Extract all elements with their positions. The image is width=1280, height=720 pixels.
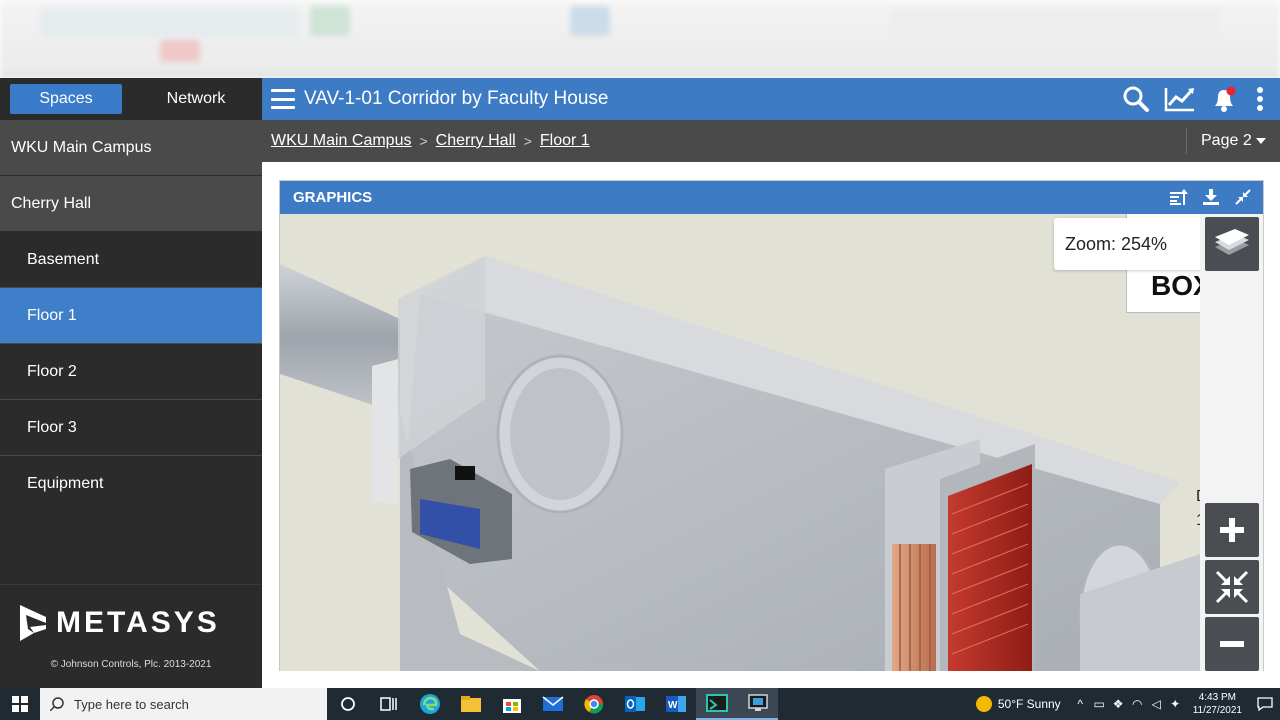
clock[interactable]: 4:43 PM 11/27/2021 xyxy=(1193,691,1242,717)
zoom-out-icon xyxy=(1220,641,1244,647)
device-icon[interactable]: ▭ xyxy=(1090,697,1109,711)
brand-name: METASYS xyxy=(56,606,220,639)
metasys-app-icon[interactable] xyxy=(696,688,737,720)
fit-to-screen-icon xyxy=(1215,570,1249,604)
sort-icon[interactable] xyxy=(1169,187,1189,207)
weather-widget[interactable]: 50°F Sunny xyxy=(975,696,1061,712)
sidebar-item-equipment[interactable]: Equipment xyxy=(0,456,262,512)
system-tray: 50°F Sunny ^ ▭ ❖ ◠ ◁ ✦ 4:43 PM 11/27/202… xyxy=(975,688,1280,720)
windows-start-icon[interactable] xyxy=(0,688,40,720)
graphics-title: GRAPHICS xyxy=(293,189,373,206)
breadcrumb-wku-main-campus[interactable]: WKU Main Campus xyxy=(271,132,411,150)
collapse-icon[interactable] xyxy=(1233,187,1253,207)
zoom-indicator: Zoom: 254% xyxy=(1054,218,1200,270)
edge-icon[interactable] xyxy=(409,688,450,720)
clock-date: 11/27/2021 xyxy=(1192,705,1242,716)
clock-time: 4:43 PM xyxy=(1198,692,1236,703)
sidebar-item-floor-3[interactable]: Floor 3 xyxy=(0,400,262,456)
taskbar-search-placeholder: Type here to search xyxy=(74,696,189,712)
file-explorer-icon[interactable] xyxy=(450,688,491,720)
outlook-icon[interactable] xyxy=(614,688,655,720)
breadcrumb-cherry-hall[interactable]: Cherry Hall xyxy=(436,132,516,150)
task-view-icon[interactable] xyxy=(368,688,409,720)
sidebar-item-basement[interactable]: Basement xyxy=(0,232,262,288)
breadcrumb-separator: > xyxy=(523,133,532,149)
layers-button[interactable] xyxy=(1205,217,1259,271)
vav-box-3d-drawing xyxy=(280,256,1200,671)
box-label-line-2: BOX xyxy=(1151,270,1200,301)
notification-bell-icon[interactable] xyxy=(1208,84,1240,114)
dropbox-sync-icon[interactable]: ✦ xyxy=(1166,697,1185,711)
notification-center-icon[interactable] xyxy=(1250,688,1280,720)
cortana-icon[interactable] xyxy=(327,688,368,720)
breadcrumb: WKU Main Campus > Cherry Hall > Floor 1 xyxy=(271,132,590,150)
graphic-controls xyxy=(1200,214,1263,671)
fit-to-screen-button[interactable] xyxy=(1205,560,1259,614)
sun-icon xyxy=(975,696,992,712)
mail-icon[interactable] xyxy=(532,688,573,720)
sidebar-tabs: Spaces Network xyxy=(0,78,262,120)
layers-icon xyxy=(1215,229,1249,255)
copyright: © Johnson Controls, Plc. 2013-2021 xyxy=(50,659,212,670)
sidebar: Spaces Network WKU Main Campus Cherry Ha… xyxy=(0,78,262,688)
search-icon[interactable] xyxy=(1120,84,1152,114)
breadcrumb-separator: > xyxy=(419,133,428,149)
metasys-logo: METASYS xyxy=(16,603,220,643)
main-content: GRAPHICS BO Zoom: 254% xyxy=(262,162,1280,688)
chrome-icon[interactable] xyxy=(573,688,614,720)
word-icon[interactable]: W xyxy=(655,688,696,720)
remote-app-icon[interactable] xyxy=(737,688,778,720)
page-selector-label: Page 2 xyxy=(1201,132,1252,149)
sidebar-item-floor-2[interactable]: Floor 2 xyxy=(0,344,262,400)
sidebar-item-wku-main-campus[interactable]: WKU Main Campus xyxy=(0,120,262,176)
zoom-in-icon xyxy=(1220,518,1244,542)
zoom-out-button[interactable] xyxy=(1205,617,1259,671)
breadcrumb-floor-1[interactable]: Floor 1 xyxy=(540,132,590,150)
wifi-icon[interactable]: ◠ xyxy=(1128,697,1147,711)
tab-network[interactable]: Network xyxy=(140,84,252,114)
equipment-graphic-canvas[interactable]: DP BOX Zoom: 254% D 1 xyxy=(280,214,1200,671)
menu-icon[interactable] xyxy=(271,89,295,109)
page-title: VAV-1-01 Corridor by Faculty House xyxy=(304,88,609,109)
brand-footer: METASYS © Johnson Controls, Plc. 2013-20… xyxy=(0,584,262,688)
weather-text: 50°F Sunny xyxy=(997,697,1061,711)
search-icon xyxy=(50,697,64,711)
taskbar-search-input[interactable]: Type here to search xyxy=(40,688,327,720)
chevron-down-icon xyxy=(1255,138,1266,144)
sidebar-item-cherry-hall[interactable]: Cherry Hall xyxy=(0,176,262,232)
svg-text:W: W xyxy=(668,700,678,711)
download-icon[interactable] xyxy=(1201,187,1221,207)
breadcrumb-bar: WKU Main Campus > Cherry Hall > Floor 1 … xyxy=(262,120,1280,162)
metasys-mark-icon xyxy=(20,605,46,641)
graphics-panel-header: GRAPHICS xyxy=(280,181,1263,214)
dropbox-icon[interactable]: ❖ xyxy=(1109,697,1128,711)
app-header: VAV-1-01 Corridor by Faculty House xyxy=(262,78,1280,120)
chevron-up-icon[interactable]: ^ xyxy=(1071,697,1090,711)
page-selector[interactable]: Page 2 xyxy=(1186,128,1280,154)
graphics-panel: GRAPHICS BO Zoom: 254% xyxy=(279,180,1264,671)
trend-icon[interactable] xyxy=(1164,84,1196,114)
browser-chrome xyxy=(0,0,1280,78)
windows-taskbar: Type here to search W 50°F Sunny ^ ▭ ❖ ◠… xyxy=(0,688,1280,720)
zoom-in-button[interactable] xyxy=(1205,503,1259,557)
store-icon[interactable] xyxy=(491,688,532,720)
sidebar-item-floor-1[interactable]: Floor 1 xyxy=(0,288,262,344)
volume-icon[interactable]: ◁ xyxy=(1147,697,1166,711)
tab-spaces[interactable]: Spaces xyxy=(10,84,122,114)
more-vertical-icon[interactable] xyxy=(1252,84,1268,114)
